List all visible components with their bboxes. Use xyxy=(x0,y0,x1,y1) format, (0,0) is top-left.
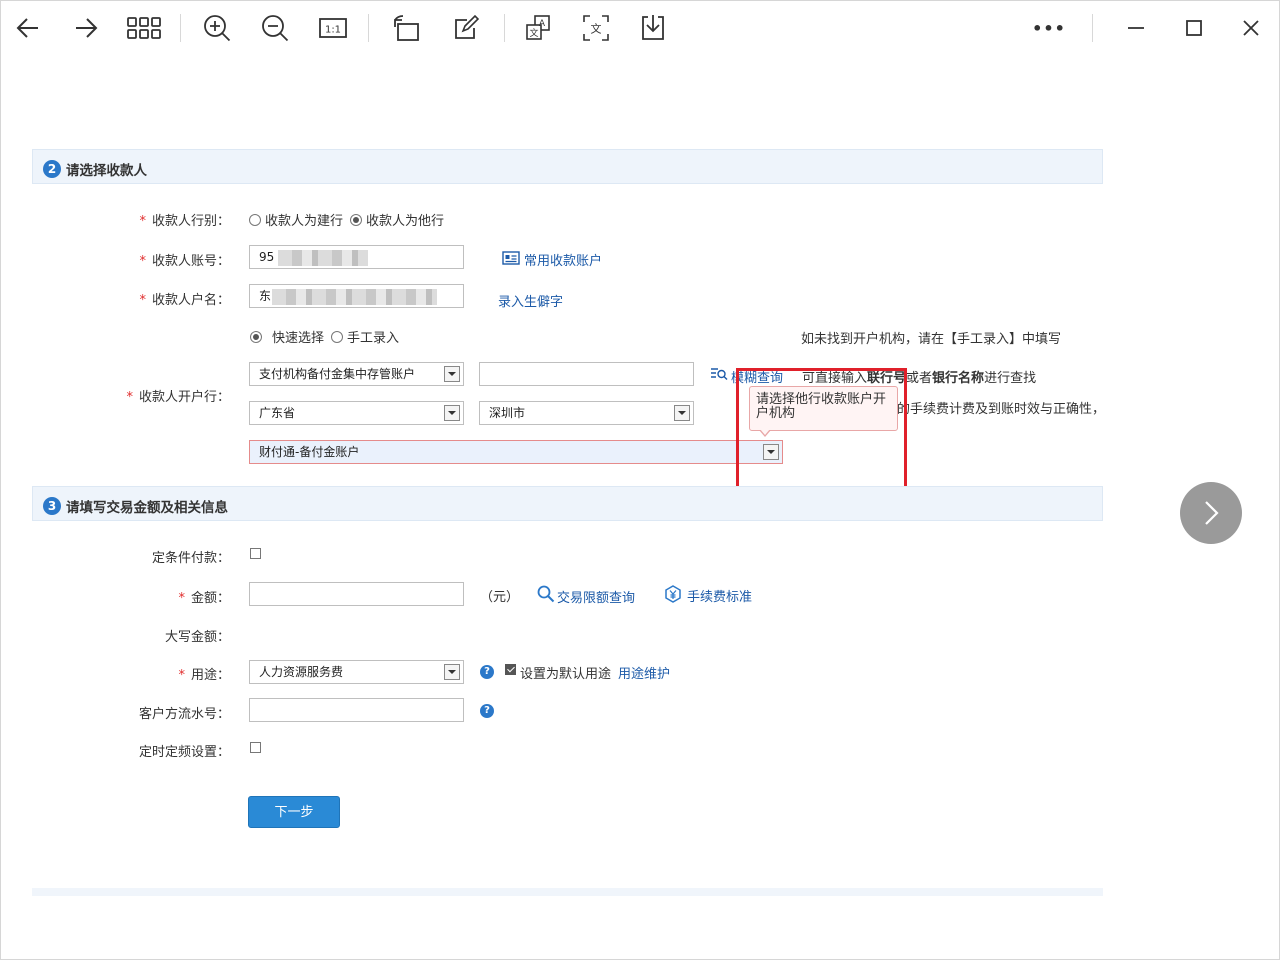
province-select[interactable]: 广东省 xyxy=(249,401,464,425)
arrow-right-icon xyxy=(76,18,98,38)
help-icon[interactable]: ? xyxy=(480,665,494,679)
chevron-down-icon xyxy=(444,664,460,680)
city-select[interactable]: 深圳市 xyxy=(479,401,694,425)
fee-accuracy-hint: 的手续费计费及到账时效与正确性， xyxy=(897,402,1106,417)
rotate-icon xyxy=(394,15,419,41)
radio-manual-entry[interactable]: 手工录入 xyxy=(331,327,399,346)
fuzzy-search-icon xyxy=(711,368,728,380)
chevron-down-icon xyxy=(444,366,460,382)
back-button[interactable] xyxy=(8,0,48,56)
zoom-out-icon xyxy=(262,15,289,42)
amount-input[interactable] xyxy=(249,582,464,606)
currency-unit: （元） xyxy=(480,590,520,605)
grid-icon xyxy=(127,17,161,39)
toolbar-divider xyxy=(180,14,181,42)
section-footer-band xyxy=(32,888,1103,896)
maximize-button[interactable] xyxy=(1174,0,1214,56)
section-header-amount: 3 请填写交易金额及相关信息 xyxy=(32,486,1103,521)
more-icon[interactable]: ••• xyxy=(1026,0,1072,56)
highlight-annotation-box xyxy=(736,368,907,491)
download-button[interactable] xyxy=(633,0,673,56)
minimize-icon xyxy=(1128,27,1144,29)
payee-account-input[interactable]: 95 xyxy=(249,245,464,269)
section-header-payee: 2 请选择收款人 xyxy=(32,149,1103,184)
svg-text:1:1: 1:1 xyxy=(325,25,341,36)
conditional-payment-label: 定条件付款： xyxy=(151,551,230,566)
serial-number-input[interactable] xyxy=(249,698,464,722)
contact-card-icon xyxy=(502,251,520,265)
purpose-select[interactable]: 人力资源服务费 xyxy=(249,660,464,684)
radio-payee-other-bank[interactable]: 收款人为他行 xyxy=(350,210,444,229)
edit-button[interactable] xyxy=(446,0,486,56)
radio-quick-select[interactable]: 快速选择 xyxy=(250,327,324,346)
forward-button[interactable] xyxy=(66,0,106,56)
ocr-button[interactable]: 文 xyxy=(576,0,616,56)
purpose-maintenance-link[interactable]: 用途维护 xyxy=(618,663,670,682)
section-title: 请填写交易金额及相关信息 xyxy=(66,500,228,516)
toolbar-divider xyxy=(1092,14,1093,42)
default-purpose-label: 设置为默认用途 xyxy=(520,667,612,682)
rare-characters-link[interactable]: 录入生僻字 xyxy=(498,291,563,310)
grid-view-button[interactable] xyxy=(124,0,164,56)
uppercase-amount-label: 大写金额： xyxy=(164,630,230,645)
bank-label: * 收款人开户行： xyxy=(126,390,230,405)
limit-query-link[interactable]: 交易限额查询 xyxy=(557,587,635,606)
zoom-out-button[interactable] xyxy=(255,0,295,56)
maximize-icon xyxy=(1186,20,1202,36)
schedule-label: 定时定频设置： xyxy=(138,745,230,760)
default-purpose-checkbox[interactable] xyxy=(505,664,516,675)
search-icon xyxy=(537,585,555,603)
masked-text xyxy=(272,289,437,305)
arrow-left-icon xyxy=(16,18,38,38)
bank-type-label: * 收款人行别： xyxy=(139,214,230,229)
translate-button[interactable]: A 文 xyxy=(518,0,558,56)
step-number-badge: 2 xyxy=(43,160,61,178)
section-title: 请选择收款人 xyxy=(66,163,147,179)
radio-payee-ccb[interactable]: 收款人为建行 xyxy=(249,210,343,229)
window-frame xyxy=(0,0,1280,960)
svg-text:A: A xyxy=(539,19,546,29)
ocr-text-icon: 文 xyxy=(583,15,609,41)
account-name-label: * 收款人户名： xyxy=(139,293,230,308)
svg-text:文: 文 xyxy=(591,22,602,36)
zoom-in-icon xyxy=(204,15,231,42)
edit-icon xyxy=(455,14,480,39)
help-icon[interactable]: ? xyxy=(480,704,494,718)
minimize-button[interactable] xyxy=(1116,0,1156,56)
step-number-badge: 3 xyxy=(43,497,61,515)
masked-text xyxy=(278,250,368,266)
conditional-payment-checkbox[interactable] xyxy=(250,548,261,559)
yuan-fee-icon xyxy=(665,585,681,603)
actual-size-button[interactable]: 1:1 xyxy=(313,0,353,56)
bank-type-select[interactable]: 支付机构备付金集中存管账户 xyxy=(249,362,464,386)
close-icon xyxy=(1243,20,1259,36)
translate-icon: A 文 xyxy=(526,15,550,40)
toolbar-divider xyxy=(368,14,369,42)
toolbar-divider xyxy=(504,14,505,42)
bank-search-input[interactable] xyxy=(479,362,694,386)
download-icon xyxy=(642,15,664,40)
rotate-button[interactable] xyxy=(386,0,426,56)
chevron-down-icon xyxy=(444,405,460,421)
close-button[interactable] xyxy=(1231,0,1271,56)
amount-label: * 金额： xyxy=(178,591,230,606)
next-step-button[interactable]: 下一步 xyxy=(248,796,340,828)
actual-size-icon: 1:1 xyxy=(319,18,347,38)
schedule-checkbox[interactable] xyxy=(250,742,261,753)
payee-name-input[interactable]: 东 xyxy=(249,284,464,308)
manual-entry-hint: 如未找到开户机构，请在【手工录入】中填写 xyxy=(801,332,1062,347)
svg-text:文: 文 xyxy=(529,27,538,39)
zoom-in-button[interactable] xyxy=(197,0,237,56)
next-page-button[interactable] xyxy=(1180,482,1242,544)
common-accounts-link[interactable]: 常用收款账户 xyxy=(524,250,602,269)
serial-number-label: 客户方流水号： xyxy=(138,707,230,722)
fee-standard-link[interactable]: 手续费标准 xyxy=(687,586,752,605)
institution-select[interactable]: 财付通-备付金账户 xyxy=(249,440,783,464)
chevron-right-icon xyxy=(1205,501,1219,525)
account-label: * 收款人账号： xyxy=(139,254,230,269)
purpose-label: * 用途： xyxy=(178,668,230,683)
chevron-down-icon xyxy=(674,405,690,421)
